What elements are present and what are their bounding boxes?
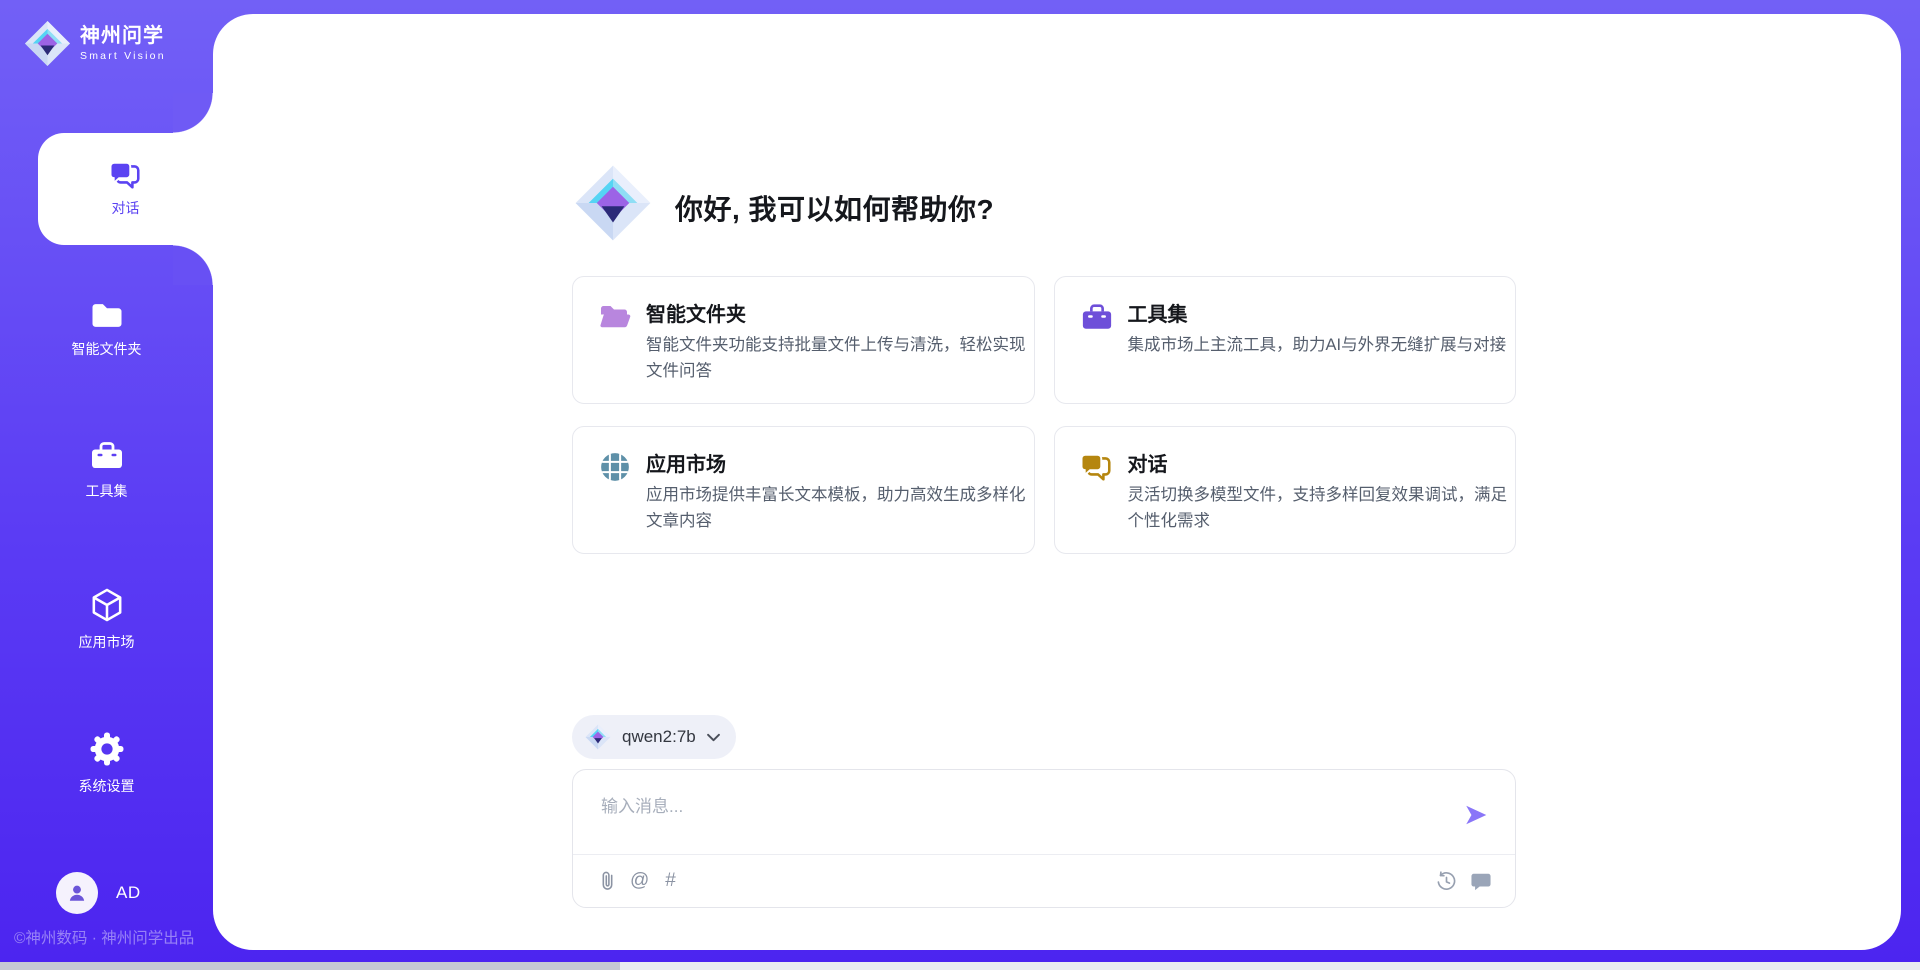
user-name: AD — [116, 883, 141, 903]
sidebar-item-label: 工具集 — [86, 481, 128, 501]
card-title: 智能文件夹 — [646, 298, 746, 327]
briefcase-icon — [1081, 301, 1113, 333]
attachment-icon[interactable] — [601, 870, 614, 892]
card-toolset[interactable]: 工具集 集成市场上主流工具，助力AI与外界无缝扩展与对接 — [1054, 276, 1517, 404]
brand-name-cn: 神州问学 — [80, 25, 166, 48]
card-description: 集成市场上主流工具，助力AI与外界无缝扩展与对接 — [1128, 333, 1512, 359]
brand-name-en: Smart Vision — [80, 50, 166, 62]
sidebar-item-smart-folder[interactable]: 智能文件夹 — [0, 300, 213, 359]
cube-icon — [91, 588, 123, 622]
card-title: 工具集 — [1128, 298, 1188, 327]
sidebar: 神州问学 Smart Vision 对话 智能文件夹 工具集 — [0, 0, 213, 970]
copyright-footer: ©神州数码 · 神州问学出品 — [14, 926, 194, 948]
person-icon — [66, 882, 88, 904]
toolbox-icon — [90, 440, 124, 471]
main-panel: 你好, 我可以如何帮助你? 智能文件夹 智能文件夹功能支持批量文件上传与清洗，轻… — [213, 14, 1901, 950]
folder-icon — [90, 300, 124, 329]
card-title: 对话 — [1128, 448, 1168, 477]
card-description: 应用市场提供丰富长文本模板，助力高效生成多样化文章内容 — [646, 483, 1030, 534]
history-icon[interactable] — [1436, 871, 1457, 892]
bottom-edge-strip-right — [620, 962, 1920, 970]
chat-bubbles-icon — [110, 161, 142, 189]
sidebar-item-label: 系统设置 — [79, 776, 135, 796]
quick-phrase-icon[interactable] — [1471, 872, 1491, 891]
tab-curve-bottom — [173, 245, 213, 285]
app-grid-icon — [599, 451, 631, 483]
model-diamond-icon — [585, 724, 611, 750]
chevron-down-icon — [707, 733, 720, 742]
model-name: qwen2:7b — [622, 727, 696, 747]
sidebar-item-label: 智能文件夹 — [72, 339, 142, 359]
gear-icon — [90, 732, 124, 766]
brand-text: 神州问学 Smart Vision — [80, 25, 166, 62]
sidebar-item-toolset[interactable]: 工具集 — [0, 440, 213, 501]
message-composer: @ # — [572, 769, 1516, 908]
tab-curve-top — [173, 93, 213, 133]
composer-divider — [573, 854, 1515, 855]
card-app-market[interactable]: 应用市场 应用市场提供丰富长文本模板，助力高效生成多样化文章内容 — [572, 426, 1035, 554]
greeting-title: 你好, 我可以如何帮助你? — [675, 188, 994, 228]
avatar — [56, 872, 98, 914]
user-account[interactable]: AD — [56, 872, 141, 914]
bottom-edge-strip-left — [0, 962, 620, 970]
hero-diamond-icon — [574, 164, 652, 242]
sidebar-item-app-market[interactable]: 应用市场 — [0, 588, 213, 652]
composer-tools-right — [1436, 855, 1491, 907]
card-description: 灵活切换多模型文件，支持多样回复效果调试，满足个性化需求 — [1128, 483, 1512, 534]
card-chat[interactable]: 对话 灵活切换多模型文件，支持多样回复效果调试，满足个性化需求 — [1054, 426, 1517, 554]
brand: 神州问学 Smart Vision — [24, 20, 166, 67]
message-input[interactable] — [601, 792, 1401, 844]
card-title: 应用市场 — [646, 448, 726, 477]
sidebar-item-label: 对话 — [112, 198, 140, 218]
sidebar-item-chat[interactable]: 对话 — [38, 133, 213, 245]
folder-open-icon — [599, 301, 631, 333]
card-smart-folder[interactable]: 智能文件夹 智能文件夹功能支持批量文件上传与清洗，轻松实现文件问答 — [572, 276, 1035, 404]
hashtag-icon[interactable]: # — [665, 870, 676, 892]
mention-icon[interactable]: @ — [630, 870, 649, 892]
feature-cards: 智能文件夹 智能文件夹功能支持批量文件上传与清洗，轻松实现文件问答 工具集 集成… — [572, 276, 1516, 554]
brand-diamond-icon — [24, 20, 71, 67]
send-icon[interactable] — [1463, 802, 1489, 828]
model-selector[interactable]: qwen2:7b — [572, 715, 736, 759]
sidebar-item-label: 应用市场 — [79, 632, 135, 652]
card-description: 智能文件夹功能支持批量文件上传与清洗，轻松实现文件问答 — [646, 333, 1030, 384]
sidebar-item-settings[interactable]: 系统设置 — [0, 732, 213, 796]
chat-bubbles-icon — [1081, 451, 1113, 483]
composer-tools-left: @ # — [601, 855, 676, 907]
